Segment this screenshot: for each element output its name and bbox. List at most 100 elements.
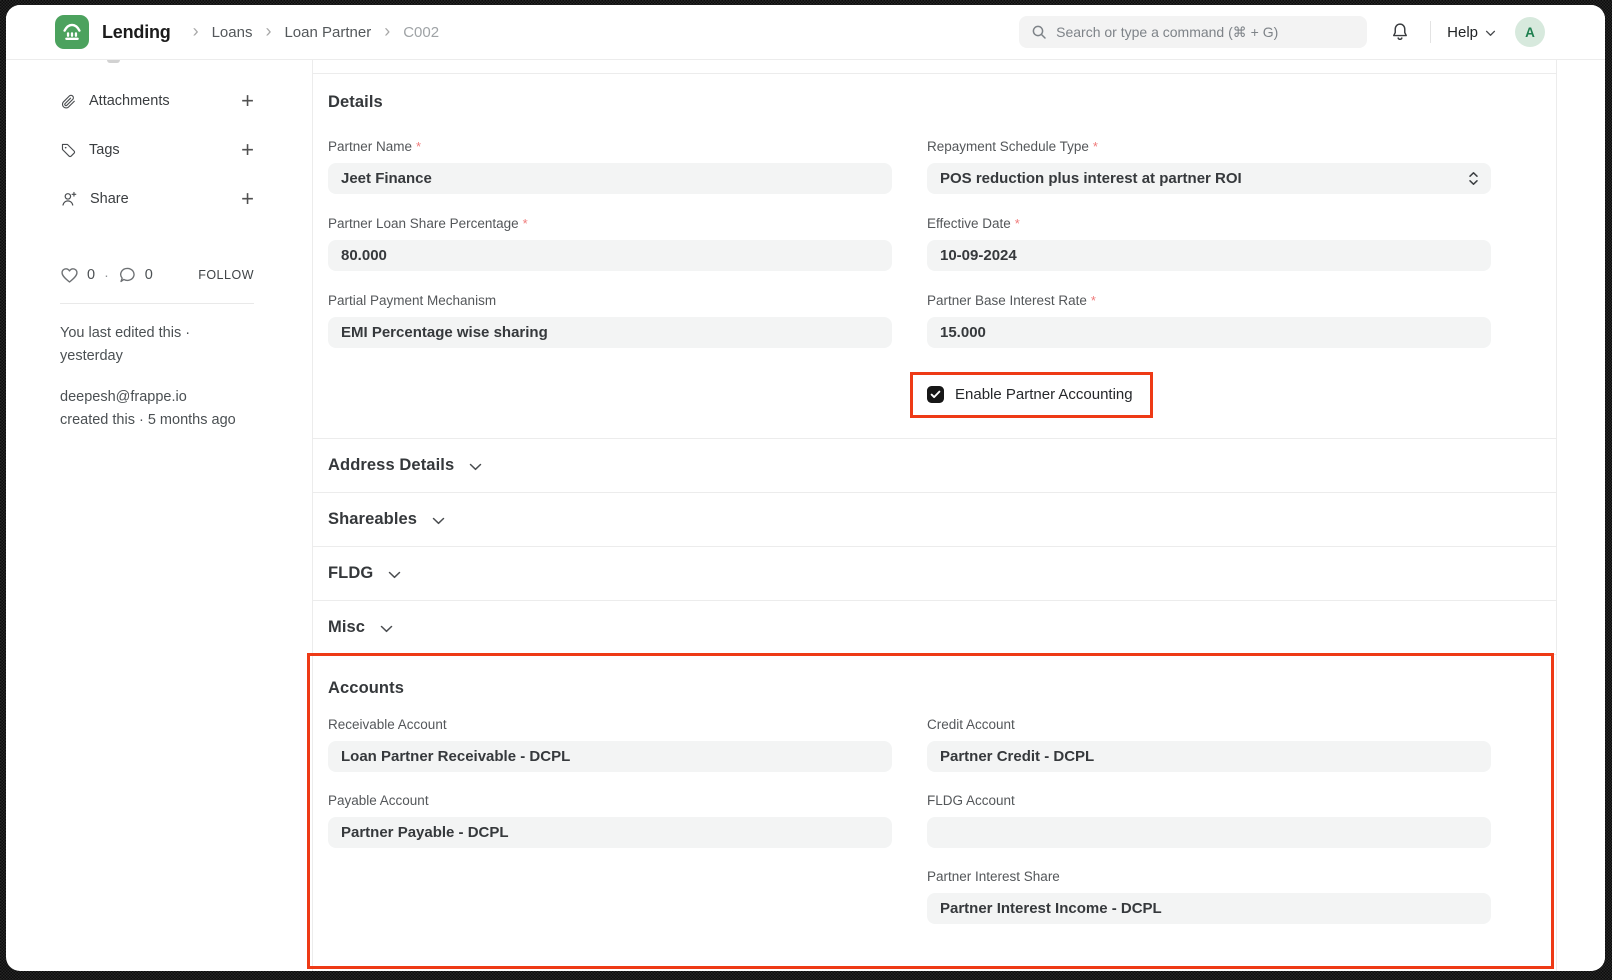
heart-icon [60, 267, 79, 284]
help-menu[interactable]: Help [1447, 24, 1496, 41]
last-edited-text: You last edited this · yesterday [60, 322, 254, 367]
effective-date-input[interactable]: 10-09-2024 [927, 240, 1491, 271]
checkbox-label: Enable Partner Accounting [955, 386, 1133, 403]
field-partner-name: Partner Name * Jeet Finance [328, 139, 892, 194]
section-title-details: Details [328, 93, 1495, 112]
created-by-text: deepesh@frappe.io created this · 5 month… [60, 386, 254, 431]
fldg-account-input[interactable] [927, 817, 1491, 848]
section-header-fldg[interactable]: FLDG [313, 546, 1556, 600]
tag-icon [60, 142, 77, 159]
section-title-accounts: Accounts [328, 679, 1495, 698]
required-asterisk: * [416, 139, 421, 154]
field-label: Partner Base Interest Rate [927, 293, 1087, 308]
section-header-misc[interactable]: Misc [313, 600, 1556, 654]
lending-app-logo[interactable] [55, 15, 89, 49]
comments-count: 0 [145, 267, 153, 283]
field-repayment-schedule-type: Repayment Schedule Type * POS reduction … [927, 139, 1491, 194]
field-label: Credit Account [927, 717, 1015, 732]
selected-option: POS reduction plus interest at partner R… [940, 170, 1242, 187]
sidebar-item-label: Tags [89, 142, 120, 158]
search-placeholder: Search or type a command (⌘ + G) [1056, 24, 1278, 41]
details-fields-grid: Partner Name * Jeet Finance Repayment Sc… [328, 139, 1495, 418]
field-fldg-account: FLDG Account [927, 793, 1491, 848]
last-edited-line2: yesterday [60, 345, 254, 368]
main-form-area: Details Partner Name * Jeet Finance Repa… [312, 60, 1557, 971]
sidebar-divider [60, 303, 254, 304]
form-content: Details Partner Name * Jeet Finance Repa… [313, 73, 1556, 969]
field-partner-interest-share: Partner Interest Share Partner Interest … [927, 869, 1491, 924]
paperclip-icon [60, 93, 77, 110]
chevron-down-icon [388, 571, 401, 579]
chevron-down-icon [1485, 30, 1496, 37]
credit-account-input[interactable]: Partner Credit - DCPL [927, 741, 1491, 772]
comments-button[interactable] [118, 266, 137, 284]
partner-loan-share-percentage-input[interactable]: 80.000 [328, 240, 892, 271]
partner-base-interest-rate-input[interactable]: 15.000 [927, 317, 1491, 348]
magnifier-icon [1031, 24, 1047, 40]
required-asterisk: * [523, 216, 528, 231]
share-button[interactable]: + [241, 189, 254, 209]
likes-count: 0 [87, 267, 95, 283]
accounts-fields-grid: Receivable Account Loan Partner Receivab… [328, 717, 1495, 924]
section-title: Shareables [328, 510, 417, 529]
notifications-button[interactable] [1389, 21, 1411, 43]
section-title: Address Details [328, 456, 454, 475]
chevron-down-icon [469, 463, 482, 471]
section-title: Misc [328, 618, 365, 637]
partner-name-input[interactable]: Jeet Finance [328, 163, 892, 194]
receivable-account-input[interactable]: Loan Partner Receivable - DCPL [328, 741, 892, 772]
left-sidebar: Attachments + Tags + Share + [6, 60, 312, 971]
user-avatar[interactable]: A [1515, 17, 1545, 47]
search-input[interactable]: Search or type a command (⌘ + G) [1019, 16, 1367, 48]
breadcrumb-current-record: C002 [403, 24, 439, 41]
field-label: Partial Payment Mechanism [328, 293, 496, 308]
chevron-down-icon [432, 517, 445, 525]
sidebar-item-label: Share [90, 191, 129, 207]
dot-separator: · [104, 267, 109, 283]
field-label: Repayment Schedule Type [927, 139, 1089, 154]
app-title[interactable]: Lending [102, 22, 171, 43]
partial-payment-mechanism-input[interactable]: EMI Percentage wise sharing [328, 317, 892, 348]
enable-partner-accounting-highlight: Enable Partner Accounting [910, 372, 1153, 418]
sidebar-item-attachments[interactable]: Attachments + [60, 87, 254, 115]
section-header-shareables[interactable]: Shareables [313, 492, 1556, 546]
bank-icon [60, 20, 84, 44]
field-label: Effective Date [927, 216, 1011, 231]
section-details: Details Partner Name * Jeet Finance Repa… [313, 74, 1556, 438]
navbar-divider [1430, 21, 1431, 43]
empty-grid-cell [328, 370, 892, 418]
like-button[interactable] [60, 267, 79, 284]
created-by-email: deepesh@frappe.io [60, 386, 254, 409]
field-label: Partner Interest Share [927, 869, 1060, 884]
breadcrumb-loans[interactable]: Loans [212, 24, 253, 41]
section-accounts: Accounts Receivable Account Loan Partner… [313, 654, 1556, 969]
follow-button[interactable]: FOLLOW [198, 268, 254, 282]
add-tag-button[interactable]: + [241, 140, 254, 160]
breadcrumb-separator: › [193, 22, 199, 42]
field-label: Partner Name [328, 139, 412, 154]
sidebar-item-share[interactable]: Share + [60, 185, 254, 213]
top-navbar: Lending › Loans › Loan Partner › C002 Se… [6, 5, 1605, 60]
breadcrumb-loan-partner[interactable]: Loan Partner [284, 24, 371, 41]
field-partner-base-interest-rate: Partner Base Interest Rate * 15.000 [927, 293, 1491, 348]
partner-interest-share-input[interactable]: Partner Interest Income - DCPL [927, 893, 1491, 924]
section-header-address-details[interactable]: Address Details [313, 438, 1556, 492]
up-down-chevrons-icon [1468, 171, 1479, 186]
field-label: Partner Loan Share Percentage [328, 216, 519, 231]
add-attachment-button[interactable]: + [241, 91, 254, 111]
field-label: Payable Account [328, 793, 429, 808]
right-gutter [1557, 60, 1605, 971]
last-edited-line1: You last edited this · [60, 322, 254, 345]
field-partner-loan-share-percentage: Partner Loan Share Percentage * 80.000 [328, 216, 892, 271]
repayment-schedule-type-select[interactable]: POS reduction plus interest at partner R… [927, 163, 1491, 194]
sidebar-item-tags[interactable]: Tags + [60, 136, 254, 164]
checkmark-icon [930, 390, 941, 399]
speech-bubble-icon [118, 266, 137, 284]
cut-off-element [107, 60, 120, 63]
social-row: 0 · 0 FOLLOW [60, 266, 254, 284]
field-label: FLDG Account [927, 793, 1015, 808]
app-window: Lending › Loans › Loan Partner › C002 Se… [6, 5, 1605, 971]
enable-partner-accounting-checkbox[interactable] [927, 386, 944, 403]
field-receivable-account: Receivable Account Loan Partner Receivab… [328, 717, 892, 772]
payable-account-input[interactable]: Partner Payable - DCPL [328, 817, 892, 848]
